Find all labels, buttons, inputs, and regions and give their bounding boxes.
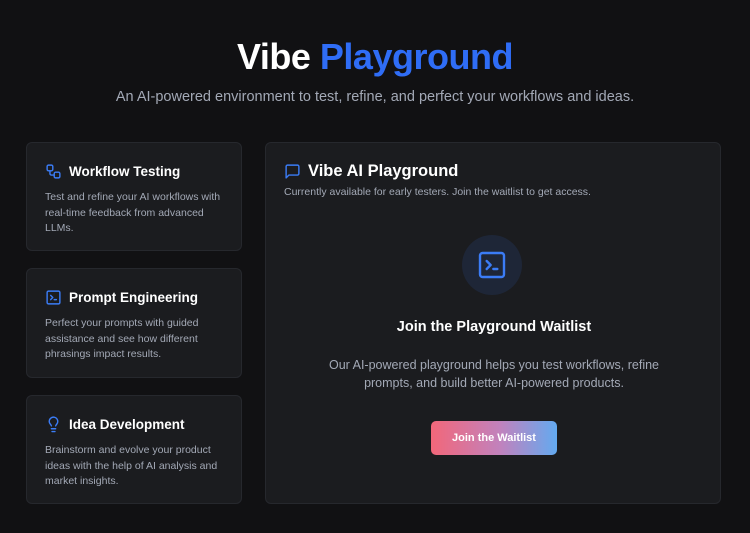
playground-subtitle: Currently available for early testers. J…: [284, 186, 591, 198]
feature-card-prompt-engineering: Prompt Engineering Perfect your prompts …: [26, 268, 242, 378]
feature-card-workflow-testing: Workflow Testing Test and refine your AI…: [26, 142, 242, 251]
waitlist-title: Join the Playground Waitlist: [396, 319, 592, 335]
feature-card-idea-development: Idea Development Brainstorm and evolve y…: [26, 395, 242, 504]
title-prefix: Vibe: [237, 36, 311, 77]
playground-header: Vibe AI Playground: [284, 162, 458, 181]
feature-title: Prompt Engineering: [69, 290, 199, 305]
message-square-icon: [284, 163, 301, 180]
title-accent: Playground: [319, 36, 514, 77]
terminal-icon: [476, 249, 508, 281]
playground-panel: Vibe AI Playground Currently available f…: [265, 142, 721, 504]
feature-header: Prompt Engineering: [45, 289, 223, 306]
lightbulb-icon: [45, 416, 62, 433]
join-waitlist-button[interactable]: Join the Waitlist: [431, 421, 557, 455]
feature-description: Perfect your prompts with guided assista…: [45, 317, 199, 360]
waitlist-description: Our AI-powered playground helps you test…: [328, 358, 660, 390]
terminal-icon: [45, 289, 62, 306]
playground-title: Vibe AI Playground: [308, 162, 459, 180]
page-subtitle: An AI-powered environment to test, refin…: [115, 89, 635, 105]
feature-title: Idea Development: [69, 417, 185, 432]
terminal-icon-badge: [462, 235, 522, 295]
feature-description: Brainstorm and evolve your product ideas…: [45, 444, 218, 487]
playground-page: Vibe Playground An AI-powered environmen…: [0, 0, 750, 533]
feature-header: Workflow Testing: [45, 163, 223, 180]
feature-title: Workflow Testing: [69, 164, 181, 179]
feature-description: Test and refine your AI workflows with r…: [45, 191, 221, 234]
feature-header: Idea Development: [45, 416, 223, 433]
workflow-icon: [45, 163, 62, 180]
page-title: Vibe Playground: [0, 36, 750, 78]
